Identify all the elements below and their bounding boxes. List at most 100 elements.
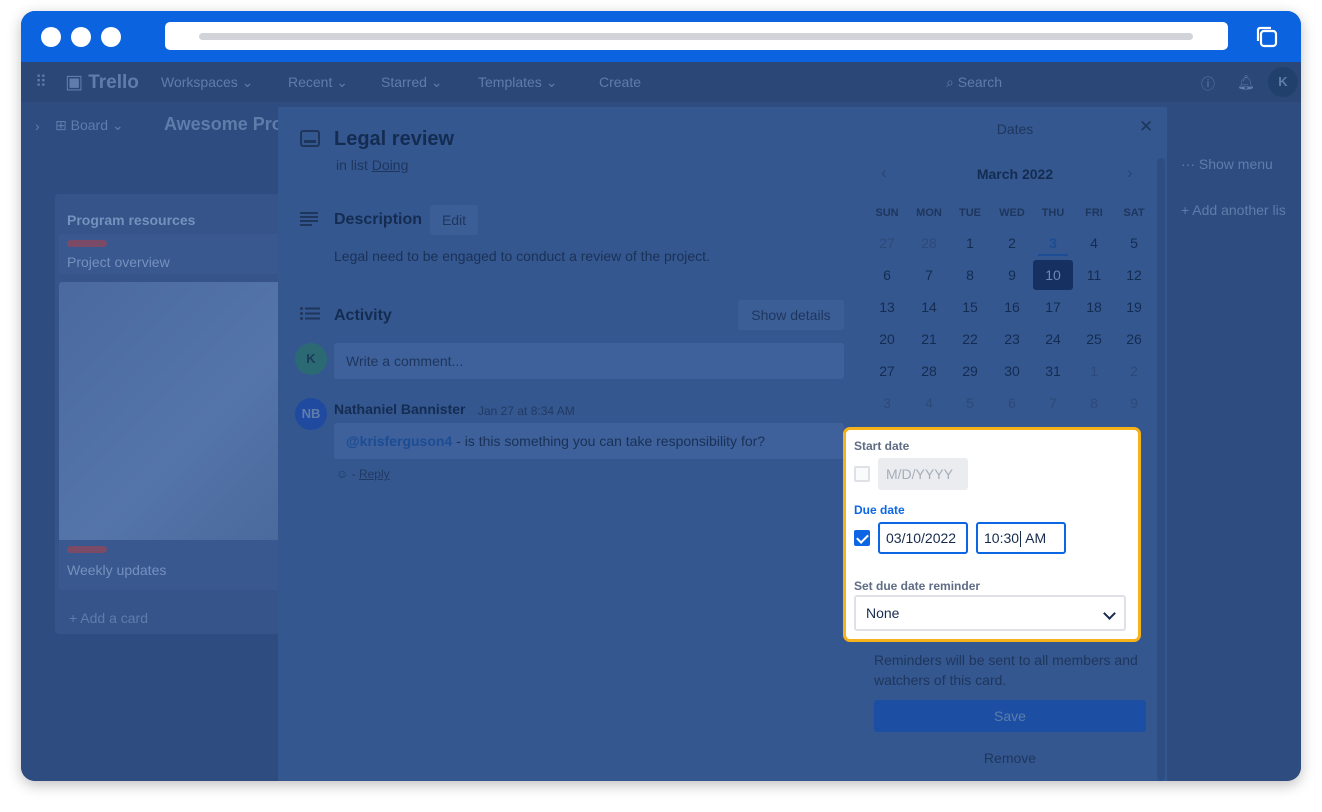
calendar-day[interactable]: 4 <box>1074 228 1114 258</box>
calendar-day[interactable]: 3 <box>1033 228 1073 258</box>
browser-window: ⠿ ▣ Trello Workspaces ⌄ Recent ⌄ Starred… <box>21 11 1301 781</box>
calendar-day[interactable]: 1 <box>1074 356 1114 386</box>
close-icon[interactable]: ✕ <box>1139 117 1153 137</box>
comment-input[interactable]: Write a comment... <box>334 343 844 379</box>
nav-templates[interactable]: Templates ⌄ <box>478 74 557 91</box>
board-title[interactable]: Awesome Pro <box>164 114 283 135</box>
calendar-day[interactable]: 30 <box>992 356 1032 386</box>
calendar-day[interactable]: 22 <box>950 324 990 354</box>
next-month-icon[interactable]: › <box>1127 163 1133 183</box>
calendar-day[interactable]: 27 <box>867 356 907 386</box>
calendar-day[interactable]: 3 <box>867 388 907 418</box>
calendar-day[interactable]: 28 <box>909 356 949 386</box>
dates-scrollbar[interactable] <box>1157 158 1165 781</box>
description-text[interactable]: Legal need to be engaged to conduct a re… <box>334 248 710 264</box>
mention-link[interactable]: @krisferguson4 <box>346 433 452 449</box>
calendar-day[interactable]: 5 <box>1114 228 1154 258</box>
apps-grid-icon[interactable]: ⠿ <box>35 72 47 92</box>
calendar-day[interactable]: 4 <box>909 388 949 418</box>
calendar-day[interactable]: 7 <box>1033 388 1073 418</box>
calendar-day[interactable]: 25 <box>1074 324 1114 354</box>
calendar-day[interactable]: 9 <box>1114 388 1154 418</box>
nav-starred[interactable]: Starred ⌄ <box>381 74 443 91</box>
reminder-select[interactable]: None <box>854 595 1126 631</box>
calendar-day[interactable]: 23 <box>992 324 1032 354</box>
calendar-day[interactable]: 2 <box>992 228 1032 258</box>
calendar-day[interactable]: 14 <box>909 292 949 322</box>
due-time-input[interactable]: 10:30 AM <box>976 522 1066 554</box>
calendar-day[interactable]: 5 <box>950 388 990 418</box>
show-details-button[interactable]: Show details <box>738 300 844 330</box>
calendar-day[interactable]: 2 <box>1114 356 1154 386</box>
calendar-day[interactable]: 31 <box>1033 356 1073 386</box>
commenter-avatar[interactable]: NB <box>295 398 327 430</box>
calendar-day[interactable]: 6 <box>992 388 1032 418</box>
calendar-day[interactable]: 1 <box>950 228 990 258</box>
collapse-icon[interactable]: › <box>35 118 40 134</box>
calendar-day[interactable]: 24 <box>1033 324 1073 354</box>
info-icon[interactable]: ⓘ <box>1201 74 1215 94</box>
list-link[interactable]: Doing <box>372 157 409 173</box>
save-button[interactable]: Save <box>874 700 1146 732</box>
calendar-day[interactable]: 17 <box>1033 292 1073 322</box>
copy-icon[interactable] <box>1254 24 1280 50</box>
window-close-dot[interactable] <box>41 27 61 47</box>
add-card-button[interactable]: + Add a card <box>69 610 148 626</box>
card-detail-main: Legal review in list Doing Description E… <box>278 107 863 781</box>
calendar-day[interactable]: 16 <box>992 292 1032 322</box>
reply-link[interactable]: Reply <box>359 467 390 481</box>
board-view-button[interactable]: ⊞ Board ⌄ <box>55 117 124 134</box>
calendar-day[interactable]: 29 <box>950 356 990 386</box>
commenter-name[interactable]: Nathaniel Bannister <box>334 401 465 417</box>
calendar-day[interactable]: 9 <box>992 260 1032 290</box>
list-card[interactable]: Project overview <box>59 234 281 274</box>
edit-description-button[interactable]: Edit <box>430 205 478 235</box>
due-date-input[interactable]: 03/10/2022 <box>878 522 968 554</box>
nav-workspaces[interactable]: Workspaces ⌄ <box>161 74 253 91</box>
calendar-day[interactable]: 27 <box>867 228 907 258</box>
card-title: Project overview <box>67 254 170 270</box>
description-heading: Description <box>334 211 423 228</box>
card-label <box>67 546 107 553</box>
calendar-day[interactable]: 21 <box>909 324 949 354</box>
nav-recent[interactable]: Recent ⌄ <box>288 74 348 91</box>
user-avatar[interactable]: K <box>1268 67 1298 97</box>
calendar-day[interactable]: 6 <box>867 260 907 290</box>
current-user-avatar: K <box>295 343 327 375</box>
window-maximize-dot[interactable] <box>101 27 121 47</box>
calendar-day[interactable]: 11 <box>1074 260 1114 290</box>
card-title-heading[interactable]: Legal review <box>334 128 454 151</box>
card-cover-image[interactable] <box>59 282 281 540</box>
start-date-input[interactable]: M/D/YYYY <box>878 458 968 490</box>
window-minimize-dot[interactable] <box>71 27 91 47</box>
calendar-day[interactable]: 12 <box>1114 260 1154 290</box>
nav-search[interactable]: ⌕ Search <box>946 74 1002 91</box>
list-program-resources: Program resources Project overview Weekl… <box>55 194 285 634</box>
remove-button[interactable]: Remove <box>874 742 1146 774</box>
description-icon <box>300 212 318 226</box>
comment-timestamp[interactable]: Jan 27 at 8:34 AM <box>478 404 575 418</box>
trello-logo[interactable]: ▣ Trello <box>65 71 139 94</box>
calendar-day[interactable]: 7 <box>909 260 949 290</box>
add-list-button[interactable]: + Add another lis <box>1181 202 1286 218</box>
calendar-day[interactable]: 19 <box>1114 292 1154 322</box>
calendar-day[interactable]: 28 <box>909 228 949 258</box>
bell-icon[interactable]: 🔔︎ <box>1237 74 1255 91</box>
nav-create-button[interactable]: Create <box>599 74 641 90</box>
list-card[interactable]: Weekly updates <box>59 540 281 590</box>
calendar-day[interactable]: 10 <box>1033 260 1073 290</box>
calendar-day[interactable]: 26 <box>1114 324 1154 354</box>
card-title: Weekly updates <box>67 562 167 578</box>
due-date-checkbox[interactable] <box>854 530 870 546</box>
calendar-day[interactable]: 8 <box>1074 388 1114 418</box>
calendar-day[interactable]: 20 <box>867 324 907 354</box>
calendar-day[interactable]: 18 <box>1074 292 1114 322</box>
start-date-checkbox[interactable] <box>854 466 870 482</box>
show-menu-button[interactable]: ··· Show menu <box>1181 156 1273 172</box>
calendar-day[interactable]: 13 <box>867 292 907 322</box>
calendar-day[interactable]: 8 <box>950 260 990 290</box>
address-bar[interactable] <box>165 22 1228 50</box>
emoji-reaction-icon[interactable]: ☺︎ <box>336 467 348 481</box>
weekday-label: THU <box>1041 207 1065 219</box>
calendar-day[interactable]: 15 <box>950 292 990 322</box>
